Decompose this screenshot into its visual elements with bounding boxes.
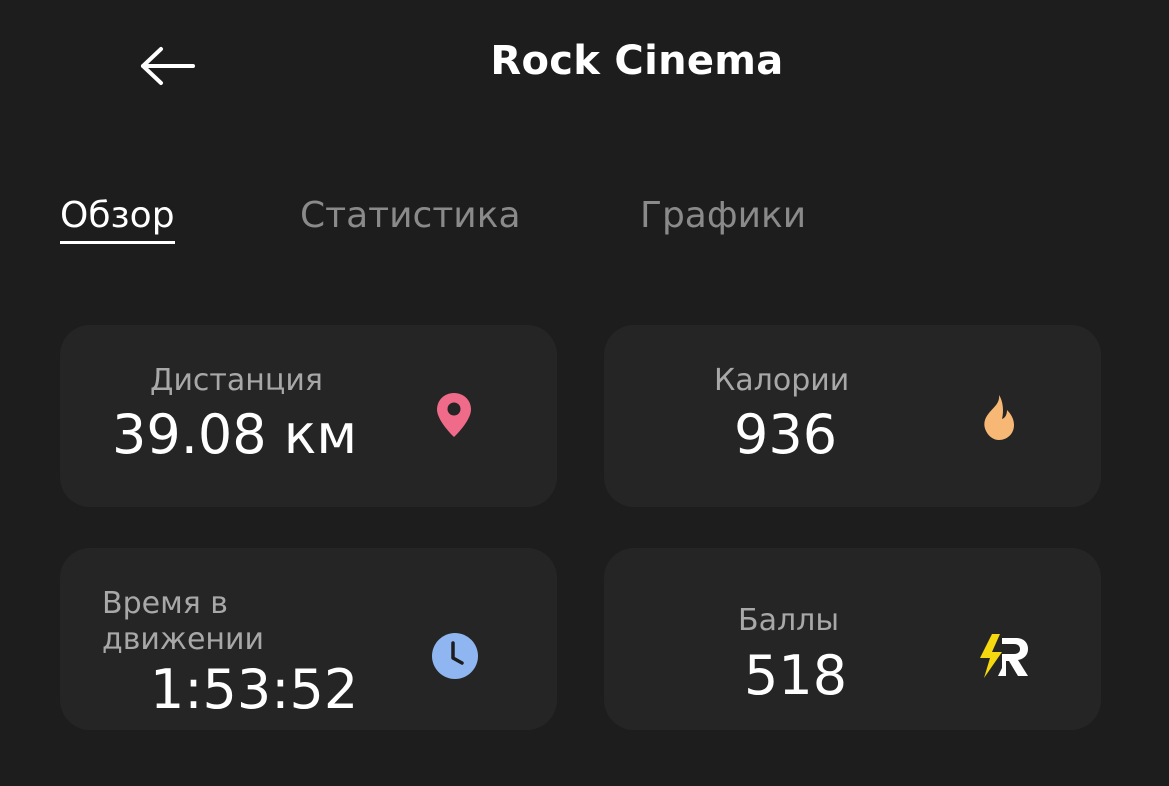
points-label: Баллы bbox=[738, 603, 840, 638]
moving-time-value: 1:53:52 bbox=[150, 658, 359, 721]
moving-time-label-line2: движении bbox=[102, 622, 265, 657]
location-pin-icon bbox=[437, 393, 471, 437]
stat-card-distance: Дистанция 39.08 км bbox=[60, 325, 557, 507]
flame-icon bbox=[984, 395, 1014, 440]
clock-icon bbox=[432, 633, 478, 679]
moving-time-label: Время в движении bbox=[102, 586, 264, 658]
moving-time-label-line1: Время в bbox=[102, 586, 228, 621]
bolt-r-logo-icon bbox=[980, 634, 1028, 678]
points-value: 518 bbox=[744, 644, 848, 707]
stat-card-calories: Калории 936 bbox=[604, 325, 1101, 507]
tab-overview[interactable]: Обзор bbox=[60, 195, 175, 244]
tab-charts[interactable]: Графики bbox=[640, 195, 806, 242]
stat-card-moving-time: Время в движении 1:53:52 bbox=[60, 548, 557, 730]
header: Rock Cinema bbox=[0, 0, 1169, 130]
calories-value: 936 bbox=[734, 403, 838, 466]
distance-label: Дистанция bbox=[150, 363, 323, 398]
stat-card-points: Баллы 518 bbox=[604, 548, 1101, 730]
distance-value: 39.08 км bbox=[112, 403, 358, 466]
workout-overview-screen: Rock Cinema Обзор Статистика Графики Дис… bbox=[0, 0, 1169, 786]
tab-statistics[interactable]: Статистика bbox=[300, 195, 521, 242]
calories-label: Калории bbox=[714, 363, 850, 398]
page-title: Rock Cinema bbox=[490, 38, 784, 84]
